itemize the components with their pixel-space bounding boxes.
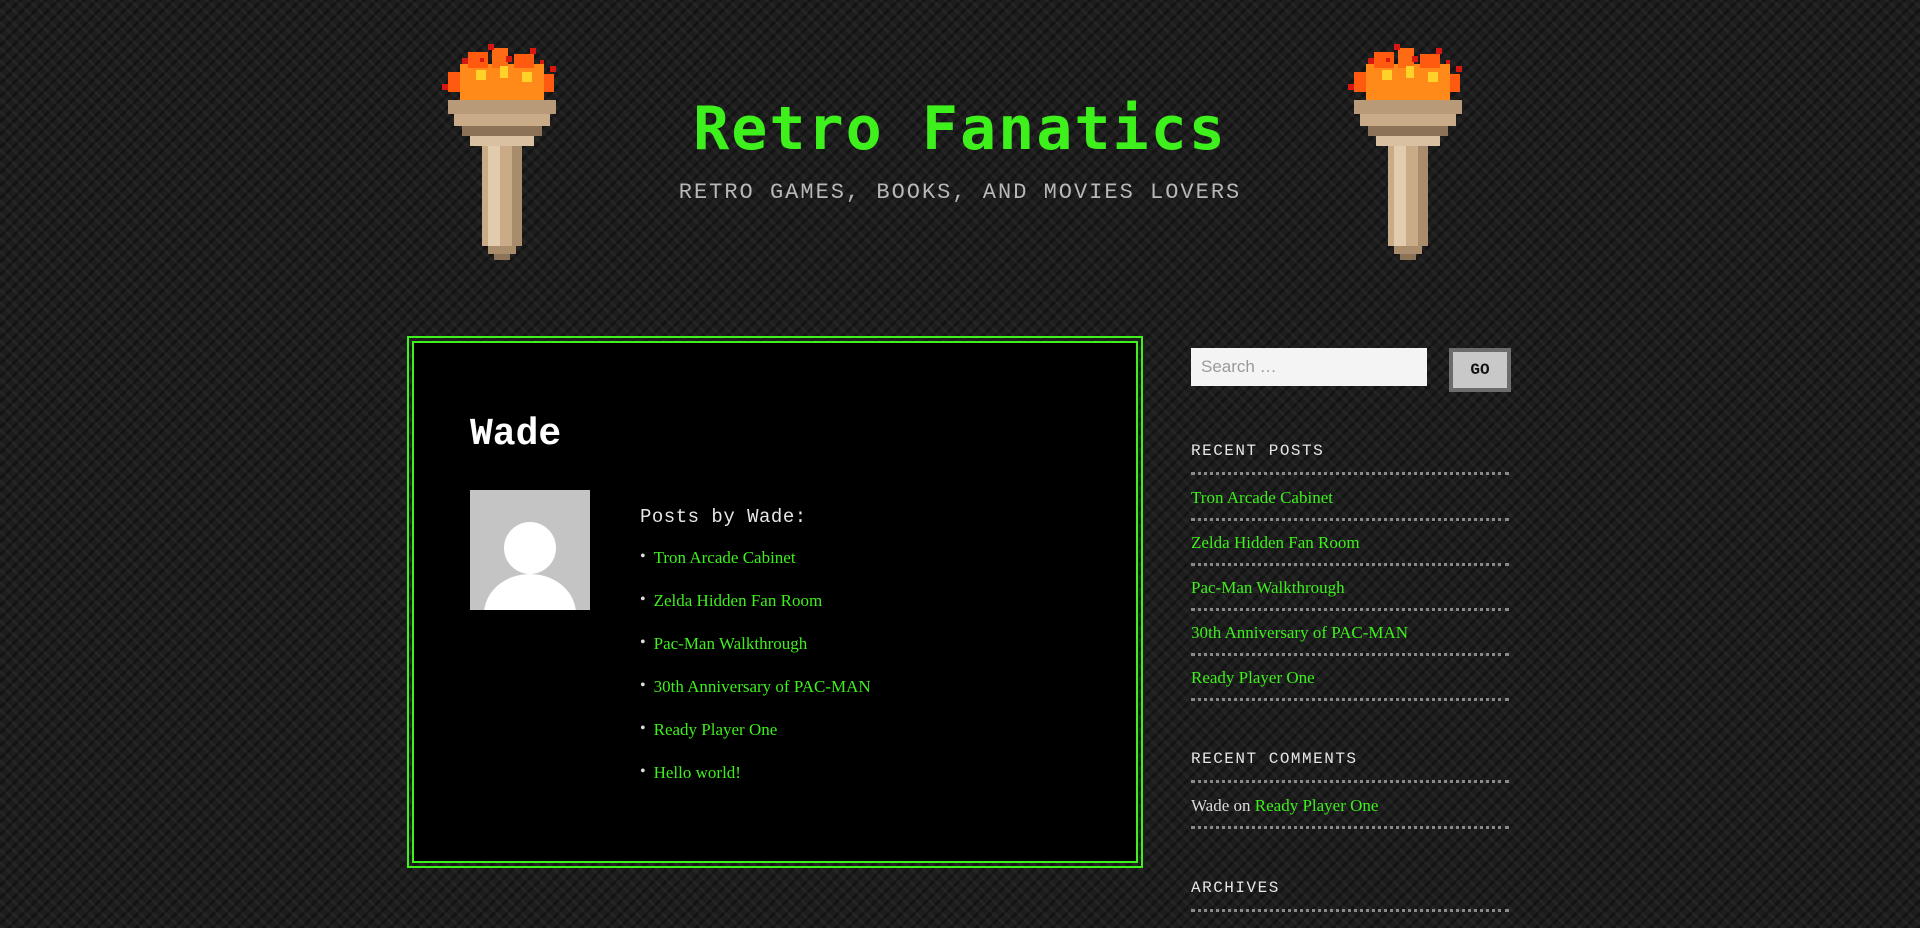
list-item: 30th Anniversary of PAC-MAN xyxy=(1191,611,1509,656)
list-item: Pac-Man Walkthrough xyxy=(1191,566,1509,611)
search-go-button[interactable]: GO xyxy=(1449,348,1511,392)
post-link[interactable]: Zelda Hidden Fan Room xyxy=(654,591,823,611)
site-title: Retro Fanatics xyxy=(0,95,1920,163)
recent-posts-list: Tron Arcade Cabinet Zelda Hidden Fan Roo… xyxy=(1191,476,1509,701)
comment-connector: on xyxy=(1233,796,1251,815)
recent-post-link[interactable]: Zelda Hidden Fan Room xyxy=(1191,533,1360,552)
author-panel-inner: Wade Posts by Wade: • Tron Arcade Cabinet… xyxy=(412,341,1138,863)
recent-comments-list: Wade on Ready Player One xyxy=(1191,784,1509,829)
list-item: • Tron Arcade Cabinet xyxy=(640,548,871,591)
list-item: • Ready Player One xyxy=(640,720,871,763)
site-title-link[interactable]: Retro Fanatics xyxy=(693,94,1227,164)
bullet-icon: • xyxy=(640,591,646,608)
recent-post-link[interactable]: Ready Player One xyxy=(1191,668,1315,687)
torch-icon xyxy=(1348,44,1462,260)
list-item: Tron Arcade Cabinet xyxy=(1191,476,1509,521)
list-item: Zelda Hidden Fan Room xyxy=(1191,521,1509,566)
list-item: Ready Player One xyxy=(1191,656,1509,701)
list-item: • Pac-Man Walkthrough xyxy=(640,634,871,677)
bullet-icon: • xyxy=(640,548,646,565)
comment-author: Wade xyxy=(1191,796,1230,815)
post-link[interactable]: Tron Arcade Cabinet xyxy=(654,548,796,568)
post-link[interactable]: Pac-Man Walkthrough xyxy=(654,634,808,654)
site-description: RETRO GAMES, BOOKS, AND MOVIES LOVERS xyxy=(678,180,1242,205)
bullet-icon: • xyxy=(640,720,646,737)
bullet-icon: • xyxy=(640,634,646,651)
author-posts-list: • Tron Arcade Cabinet • Zelda Hidden Fan R… xyxy=(640,548,871,806)
post-link[interactable]: Hello world! xyxy=(654,763,741,783)
list-item: • 30th Anniversary of PAC-MAN xyxy=(640,677,871,720)
search-input[interactable] xyxy=(1191,348,1427,386)
recent-post-link[interactable]: 30th Anniversary of PAC-MAN xyxy=(1191,623,1408,642)
list-item: Wade on Ready Player One xyxy=(1191,784,1509,829)
list-item: • Zelda Hidden Fan Room xyxy=(640,591,871,634)
posts-heading: Posts by Wade: xyxy=(640,506,807,528)
author-panel: Wade Posts by Wade: • Tron Arcade Cabinet… xyxy=(407,336,1143,868)
archives-title: ARCHIVES xyxy=(1191,879,1509,912)
bullet-icon: • xyxy=(640,763,646,780)
post-link[interactable]: 30th Anniversary of PAC-MAN xyxy=(654,677,871,697)
bullet-icon: • xyxy=(640,677,646,694)
avatar xyxy=(470,490,590,610)
comment-post-link[interactable]: Ready Player One xyxy=(1255,796,1379,815)
post-link[interactable]: Ready Player One xyxy=(654,720,778,740)
avatar-icon xyxy=(484,522,576,610)
recent-posts-title: RECENT POSTS xyxy=(1191,442,1509,475)
recent-comments-title: RECENT COMMENTS xyxy=(1191,750,1509,783)
site-header: Retro Fanatics RETRO GAMES, BOOKS, AND M… xyxy=(0,0,1920,300)
recent-post-link[interactable]: Pac-Man Walkthrough xyxy=(1191,578,1345,597)
author-title: Wade xyxy=(470,413,562,456)
list-item: • Hello world! xyxy=(640,763,871,806)
recent-post-link[interactable]: Tron Arcade Cabinet xyxy=(1191,488,1333,507)
